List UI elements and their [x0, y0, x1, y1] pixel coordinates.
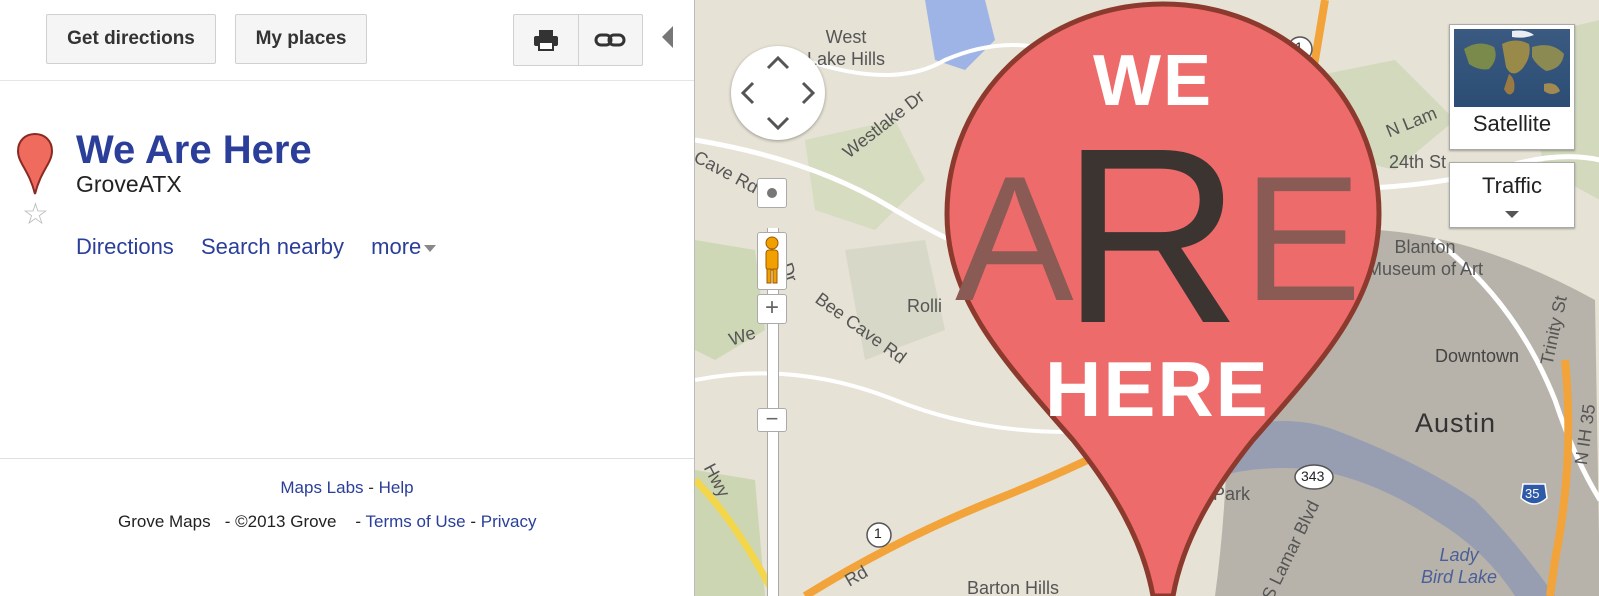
pan-arrows-icon — [740, 55, 816, 131]
zoom-in-button[interactable]: + — [757, 294, 787, 324]
street-view-pegman[interactable] — [757, 232, 787, 290]
footer-divider — [0, 458, 694, 459]
more-link[interactable]: more — [371, 234, 457, 259]
pegman-icon — [765, 236, 779, 284]
link-button[interactable] — [577, 15, 643, 65]
map-canvas[interactable]: West Lake Hills Westlake Dr Cave Rd Bee … — [694, 0, 1599, 596]
satellite-toggle[interactable]: Satellite — [1449, 24, 1575, 150]
pin-text-r: R — [1061, 96, 1242, 375]
map-label-lady-bird-lake: Lady Bird Lake — [1421, 545, 1498, 587]
footer-links: Maps Labs - Help — [0, 478, 694, 498]
chevron-down-icon — [424, 244, 437, 252]
pan-control[interactable] — [731, 46, 825, 140]
my-places-button[interactable]: My places — [235, 14, 367, 64]
star-icon[interactable]: ☆ — [22, 200, 49, 230]
help-link[interactable]: Help — [379, 478, 414, 497]
place-marker-icon — [16, 132, 54, 195]
highway-shield-1-south: 1 — [874, 525, 882, 541]
pin-text-a: A — [955, 139, 1074, 338]
directions-link[interactable]: Directions — [76, 234, 174, 259]
maps-labs-link[interactable]: Maps Labs — [280, 478, 363, 497]
place-title: We Are Here — [76, 128, 312, 172]
print-icon — [533, 30, 558, 51]
satellite-thumbnail — [1454, 29, 1570, 107]
map-label-blanton-museum: Blanton Museum of Art — [1367, 237, 1484, 279]
chevron-down-icon — [1505, 211, 1519, 218]
footer-separator: - — [363, 478, 379, 497]
traffic-toggle[interactable]: Traffic — [1449, 162, 1575, 228]
place-actions: Directions Search nearby more — [76, 234, 478, 260]
map-label-downtown: Downtown — [1435, 346, 1520, 366]
satellite-label: Satellite — [1472, 111, 1552, 136]
search-nearby-link[interactable]: Search nearby — [201, 234, 344, 259]
toolbar: Get directions My places — [0, 0, 694, 81]
toolbar-icon-group — [513, 14, 643, 66]
map-label-rollingwood: Rolli — [907, 296, 943, 316]
world-map-icon — [1464, 30, 1564, 95]
traffic-label: Traffic — [1482, 173, 1542, 198]
collapse-panel-icon[interactable] — [662, 26, 673, 48]
footer-separator-3: - — [465, 512, 481, 531]
pin-text-here: HERE — [1045, 345, 1270, 433]
place-subtitle: GroveATX — [76, 171, 182, 197]
more-label: more — [371, 234, 422, 259]
print-button[interactable] — [514, 15, 578, 65]
get-directions-button[interactable]: Get directions — [46, 14, 216, 64]
pin-text-e: E — [1243, 139, 1362, 338]
copyright-text: - ©2013 Grove — [224, 512, 337, 531]
left-panel: Get directions My places ☆ We Are Here G — [0, 0, 694, 596]
privacy-link[interactable]: Privacy — [481, 512, 537, 531]
footer-separator-2: - — [355, 512, 366, 531]
locate-button[interactable] — [757, 178, 787, 208]
highway-shield-35: 35 — [1525, 486, 1540, 501]
brand-text: Grove Maps — [118, 512, 211, 531]
terms-link[interactable]: Terms of Use — [366, 512, 466, 531]
link-icon — [594, 33, 626, 47]
footer-legal: Grove Maps - ©2013 Grove - Terms of Use … — [118, 512, 536, 532]
map-label-austin: Austin — [1415, 408, 1497, 438]
map-label-24th-st: 24th St — [1389, 152, 1447, 172]
zoom-out-button[interactable]: − — [757, 408, 787, 432]
